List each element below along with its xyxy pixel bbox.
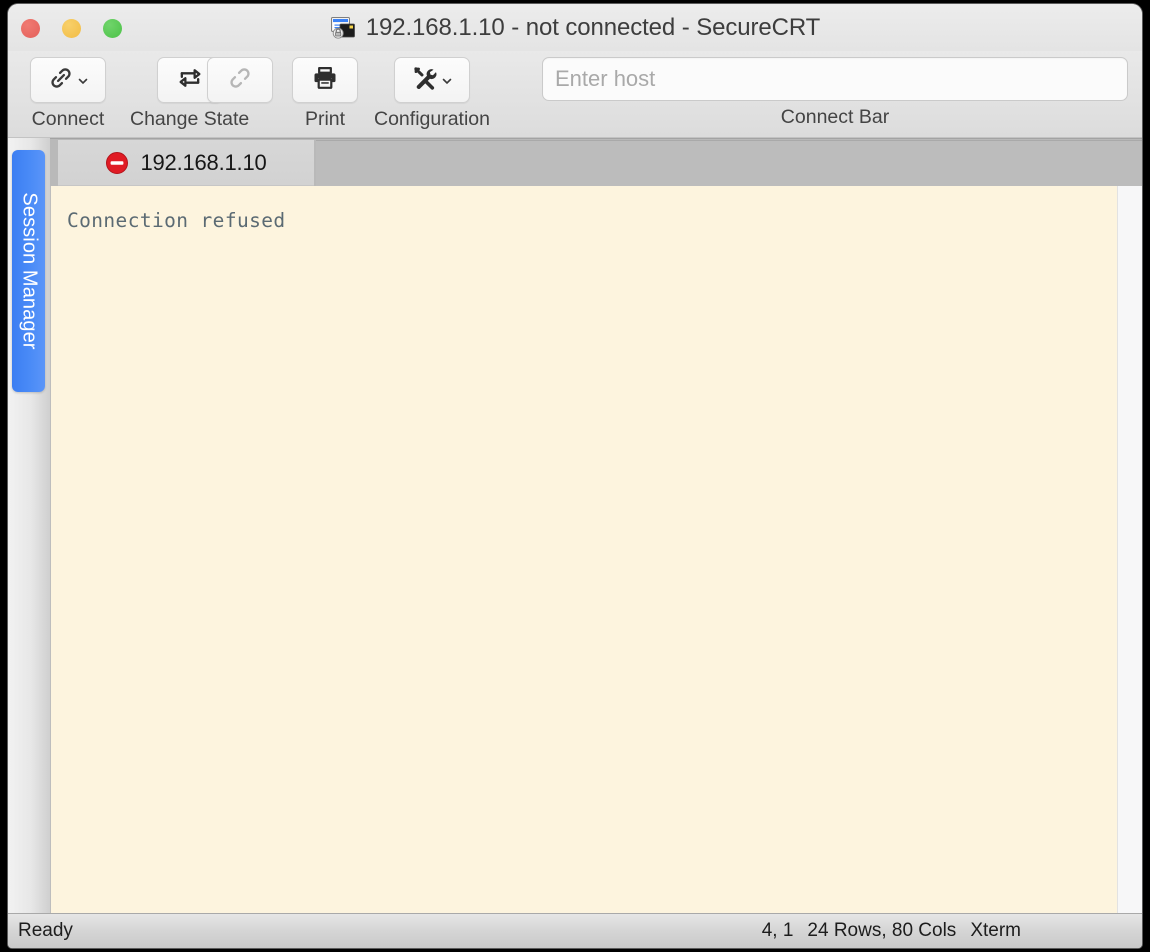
configuration-button[interactable] — [394, 57, 470, 103]
terminal-line: Connection refused — [67, 209, 286, 232]
connect-button[interactable] — [30, 57, 106, 103]
status-bar: Ready 4, 1 24 Rows, 80 Cols Xterm — [8, 913, 1142, 948]
toolbar: Connect Change State Print Configuration… — [8, 51, 1142, 138]
disconnect-button[interactable] — [207, 57, 273, 103]
host-input[interactable] — [542, 57, 1128, 101]
connect-bar: Connect Bar — [542, 57, 1128, 129]
status-right-group: 4, 1 24 Rows, 80 Cols Xterm — [762, 920, 1021, 942]
repeat-loop-icon — [176, 64, 204, 97]
tab-label: 192.168.1.10 — [140, 149, 267, 175]
chevron-down-icon[interactable] — [441, 74, 453, 86]
toolbar-item-disconnect — [207, 57, 273, 108]
cursor-position: 4, 1 — [761, 920, 794, 941]
chain-link-icon — [47, 64, 75, 97]
print-button[interactable] — [292, 57, 358, 103]
toolbar-item-print: Print — [292, 57, 358, 131]
title-group: 192.168.1.10 - not connected - SecureCRT — [8, 4, 1142, 51]
status-text: Ready — [18, 920, 73, 941]
close-button[interactable] — [21, 19, 40, 38]
printer-icon — [311, 64, 339, 97]
connect-label: Connect — [31, 108, 105, 130]
maximize-button[interactable] — [103, 19, 122, 38]
window-title: 192.168.1.10 - not connected - SecureCRT — [365, 13, 821, 41]
print-label: Print — [304, 108, 346, 130]
toolbar-item-connect: Connect — [30, 57, 106, 131]
tab-bar: 192.168.1.10 — [50, 138, 1142, 187]
configuration-label: Configuration — [374, 108, 490, 130]
change-state-label: Change State — [130, 108, 250, 130]
left-sidebar: Session Manager — [8, 138, 51, 914]
terminal-area: Connection refused — [50, 186, 1142, 914]
no-entry-prohibition-icon — [105, 151, 129, 175]
connect-bar-label: Connect Bar — [780, 106, 890, 128]
terminal-output[interactable]: Connection refused — [51, 186, 1118, 914]
tab-192-168-1-10[interactable]: 192.168.1.10 — [58, 140, 314, 187]
securecrt-terminal-lock-icon — [330, 15, 356, 41]
tools-wrench-screwdriver-icon — [411, 64, 439, 97]
terminal-vertical-scrollbar[interactable] — [1117, 186, 1142, 914]
toolbar-item-configuration: Configuration — [374, 57, 490, 131]
terminal-dimensions: 24 Rows, 80 Cols — [807, 920, 957, 941]
securecrt-window: 192.168.1.10 - not connected - SecureCRT — [8, 4, 1142, 948]
broken-chain-link-icon — [226, 64, 254, 97]
tab-bar-empty-area[interactable] — [316, 140, 1142, 186]
chevron-down-icon[interactable] — [77, 74, 89, 86]
session-manager-label: Session Manager — [18, 192, 40, 350]
emulation-type: Xterm — [970, 920, 1021, 941]
minimize-button[interactable] — [62, 19, 81, 38]
session-manager-tab[interactable]: Session Manager — [12, 150, 45, 392]
title-bar: 192.168.1.10 - not connected - SecureCRT — [8, 4, 1142, 51]
